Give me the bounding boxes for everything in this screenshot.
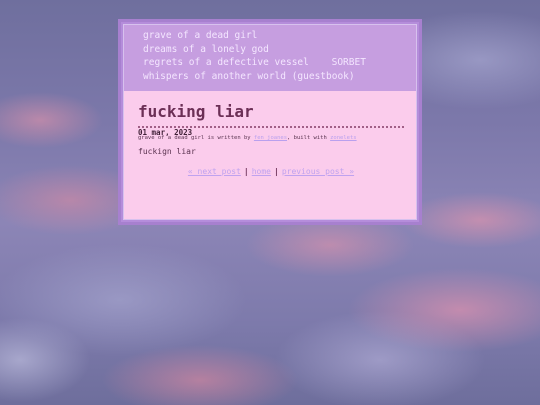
- post-pager: « next post | home | previous post »: [138, 167, 404, 179]
- post-title: fucking liar: [138, 102, 254, 121]
- author-link[interactable]: fen joanes: [254, 135, 287, 141]
- post-body: fuckign liar: [138, 147, 196, 156]
- nav-link-grave[interactable]: grave of a dead girl: [138, 29, 257, 43]
- site-nav: grave of a dead girl dreams of a lonely …: [124, 25, 416, 91]
- pager-separator: |: [243, 167, 249, 176]
- page-background: { "nav": { "row1": [ {"glyph": "", "labe…: [0, 0, 540, 405]
- nav-row: grave of a dead girl: [138, 29, 416, 43]
- zonelets-link[interactable]: zonelets: [330, 135, 357, 141]
- nav-link-guestbook[interactable]: whispers of another world (guestbook): [138, 70, 355, 84]
- site-container: grave of a dead girl dreams of a lonely …: [123, 24, 417, 220]
- nav-link-label: grave of a dead girl: [143, 30, 258, 41]
- nav-link-regrets[interactable]: regrets of a defective vessel: [138, 56, 309, 70]
- home-link[interactable]: home: [252, 167, 271, 176]
- nav-link-label: whispers of another world (guestbook): [143, 71, 355, 83]
- nav-link-sorbet[interactable]: SORBET: [327, 56, 366, 70]
- footer-prefix: grave of a dead girl is written by: [138, 135, 251, 141]
- next-post-link[interactable]: « next post: [188, 167, 241, 176]
- nav-row: dreams of a lonely god: [138, 43, 416, 57]
- footer-divider: [138, 126, 404, 128]
- nav-row: whispers of another world (guestbook): [138, 70, 416, 84]
- nav-row: regrets of a defective vessel SORBET: [138, 56, 416, 70]
- pager-separator: |: [274, 167, 279, 176]
- previous-post-link[interactable]: previous post »: [282, 167, 354, 176]
- nav-link-label: dreams of a lonely god: [143, 43, 269, 55]
- footer-middle: , built with: [287, 135, 327, 141]
- nav-link-dreams[interactable]: dreams of a lonely god: [138, 43, 269, 57]
- nav-link-label: SORBET: [331, 57, 366, 69]
- site-footer: grave of a dead girl is written by fen j…: [138, 135, 357, 141]
- nav-link-label: regrets of a defective vessel: [143, 57, 309, 69]
- site-frame: grave of a dead girl dreams of a lonely …: [118, 19, 422, 225]
